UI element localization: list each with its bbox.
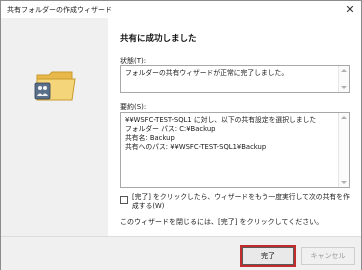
finish-button[interactable]: 完了: [242, 247, 294, 265]
window-title: 共有フォルダーの作成ウィザード: [7, 6, 112, 14]
close-hint-text: このウィザードを閉じるには、[完了] をクリックしてください。: [120, 218, 324, 226]
title-bar: 共有フォルダーの作成ウィザード ✕: [1, 1, 361, 18]
status-text: フォルダーの共有ウィザードが正常に完了しました。: [125, 69, 289, 77]
cancel-button[interactable]: キャンセル: [301, 247, 355, 265]
folder-share-icon: [34, 71, 76, 101]
summary-text: ¥¥WSFC-TEST-SQL1 に対し、以下の共有設定を選択しました フォルダ…: [125, 116, 316, 152]
summary-line: フォルダー パス: C:¥Backup: [125, 125, 216, 133]
status-scrollbar[interactable]: [338, 66, 349, 92]
scroll-up-icon[interactable]: [341, 116, 347, 119]
summary-line: 共有名: Backup: [125, 134, 175, 142]
rerun-checkbox-label[interactable]: [完了] をクリックしたら、ウィザードをもう一度実行して次の共有を作成する(W): [132, 193, 352, 211]
wizard-side-panel: [1, 18, 108, 236]
close-icon[interactable]: ✕: [339, 1, 361, 18]
summary-textbox[interactable]: ¥¥WSFC-TEST-SQL1 に対し、以下の共有設定を選択しました フォルダ…: [120, 112, 350, 188]
page-title: 共有に成功しました: [120, 34, 197, 44]
scroll-down-icon[interactable]: [341, 181, 347, 184]
scroll-down-icon[interactable]: [341, 86, 347, 89]
scroll-up-icon[interactable]: [341, 69, 347, 72]
summary-line: ¥¥WSFC-TEST-SQL1 に対し、以下の共有設定を選択しました: [125, 116, 317, 124]
wizard-window: 共有フォルダーの作成ウィザード ✕ 共有に成功しました 状態(T): フォルダー…: [0, 0, 362, 270]
summary-scrollbar[interactable]: [338, 113, 349, 187]
status-textbox[interactable]: フォルダーの共有ウィザードが正常に完了しました。: [120, 65, 350, 93]
summary-line: 共有へのパス: ¥¥WSFC-TEST-SQL1¥Backup: [125, 143, 267, 151]
rerun-checkbox[interactable]: [120, 196, 128, 204]
summary-label: 要約(S):: [120, 103, 147, 111]
